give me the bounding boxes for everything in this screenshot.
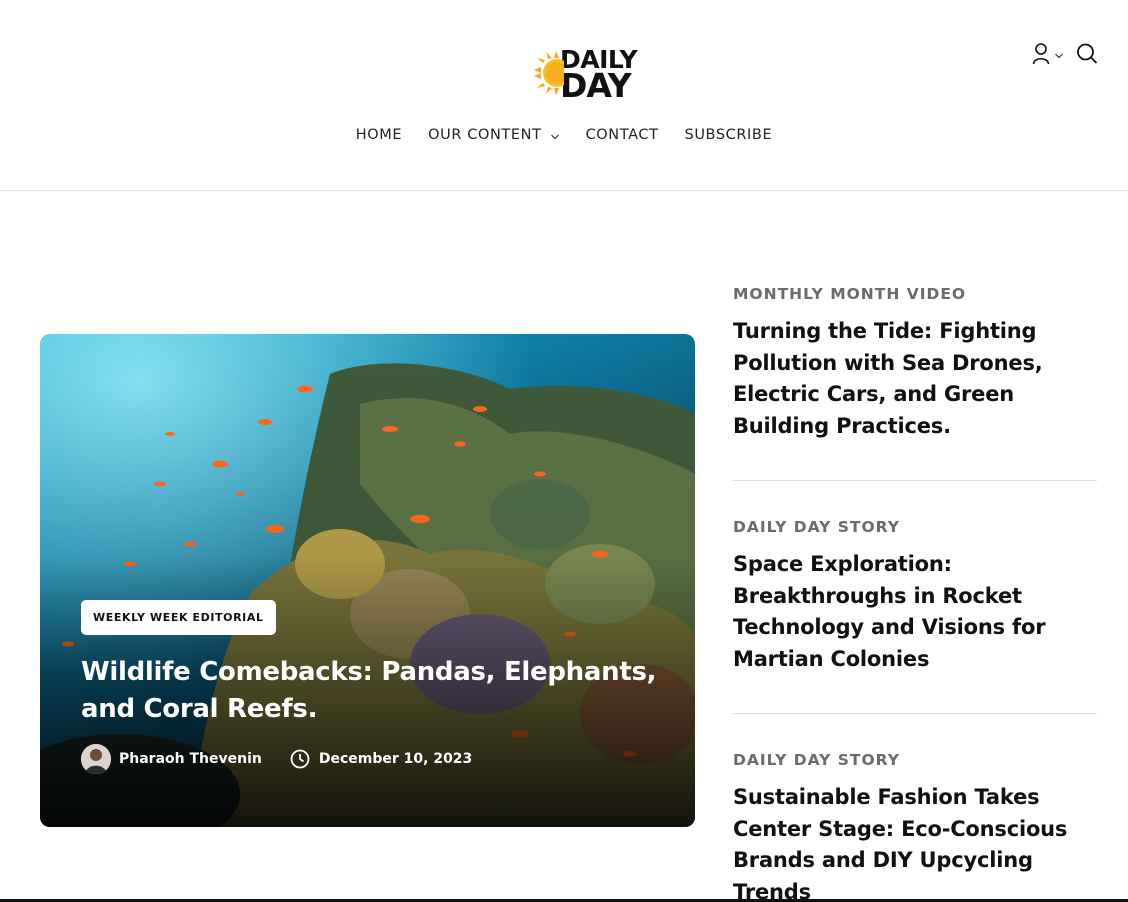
divider [733, 713, 1097, 714]
header-tools [1032, 42, 1098, 71]
story-title[interactable]: Turning the Tide: Fighting Pollution wit… [733, 316, 1097, 442]
clock-icon [290, 749, 310, 769]
featured-title[interactable]: Wildlife Comebacks: Pandas, Elephants, a… [81, 654, 671, 728]
nav-home[interactable]: HOME [343, 124, 415, 146]
search-icon [1076, 42, 1098, 71]
nav-contact[interactable]: CONTACT [573, 124, 672, 146]
sun-logo-icon [530, 46, 571, 100]
list-item: DAILY DAY STORY Space Exploration: Break… [733, 513, 1097, 675]
chevron-down-icon [1054, 48, 1064, 66]
nav-our-content-label: OUR CONTENT [428, 127, 542, 143]
nav-subscribe[interactable]: SUBSCRIBE [672, 124, 786, 146]
publish-date: December 10, 2023 [318, 751, 473, 767]
story-category[interactable]: DAILY DAY STORY [733, 746, 1097, 774]
story-title[interactable]: Space Exploration: Breakthroughs in Rock… [733, 549, 1097, 675]
featured-article-card[interactable]: WEEKLY WEEK EDITORIAL Wildlife Comebacks… [40, 334, 695, 827]
author-name[interactable]: Pharaoh Thevenin [119, 751, 262, 767]
story-category[interactable]: MONTHLY MONTH VIDEO [733, 280, 1097, 308]
article-meta: Pharaoh Thevenin December 10, 2023 [81, 744, 472, 774]
logo-line2: DAY [560, 66, 632, 105]
chevron-down-icon [550, 130, 560, 140]
nav-our-content[interactable]: OUR CONTENT [415, 124, 572, 146]
main-nav: HOME OUR CONTENT CONTACT SUBSCRIBE [0, 124, 1128, 146]
site-header: DAILY DAY HOME OUR CONTENT CONTACT SUBSC… [0, 0, 1128, 191]
account-button[interactable] [1032, 42, 1064, 71]
list-item: MONTHLY MONTH VIDEO Turning the Tide: Fi… [733, 280, 1097, 442]
story-list: MONTHLY MONTH VIDEO Turning the Tide: Fi… [733, 280, 1097, 902]
category-badge[interactable]: WEEKLY WEEK EDITORIAL [81, 600, 276, 635]
user-icon [1032, 42, 1054, 71]
divider [733, 480, 1097, 481]
story-category[interactable]: DAILY DAY STORY [733, 513, 1097, 541]
search-button[interactable] [1076, 42, 1098, 71]
list-item: DAILY DAY STORY Sustainable Fashion Take… [733, 746, 1097, 902]
logo-wordmark: DAILY DAY [560, 47, 638, 105]
site-logo[interactable]: DAILY DAY [530, 44, 652, 102]
story-title[interactable]: Sustainable Fashion Takes Center Stage: … [733, 782, 1097, 902]
avatar[interactable] [81, 744, 111, 774]
